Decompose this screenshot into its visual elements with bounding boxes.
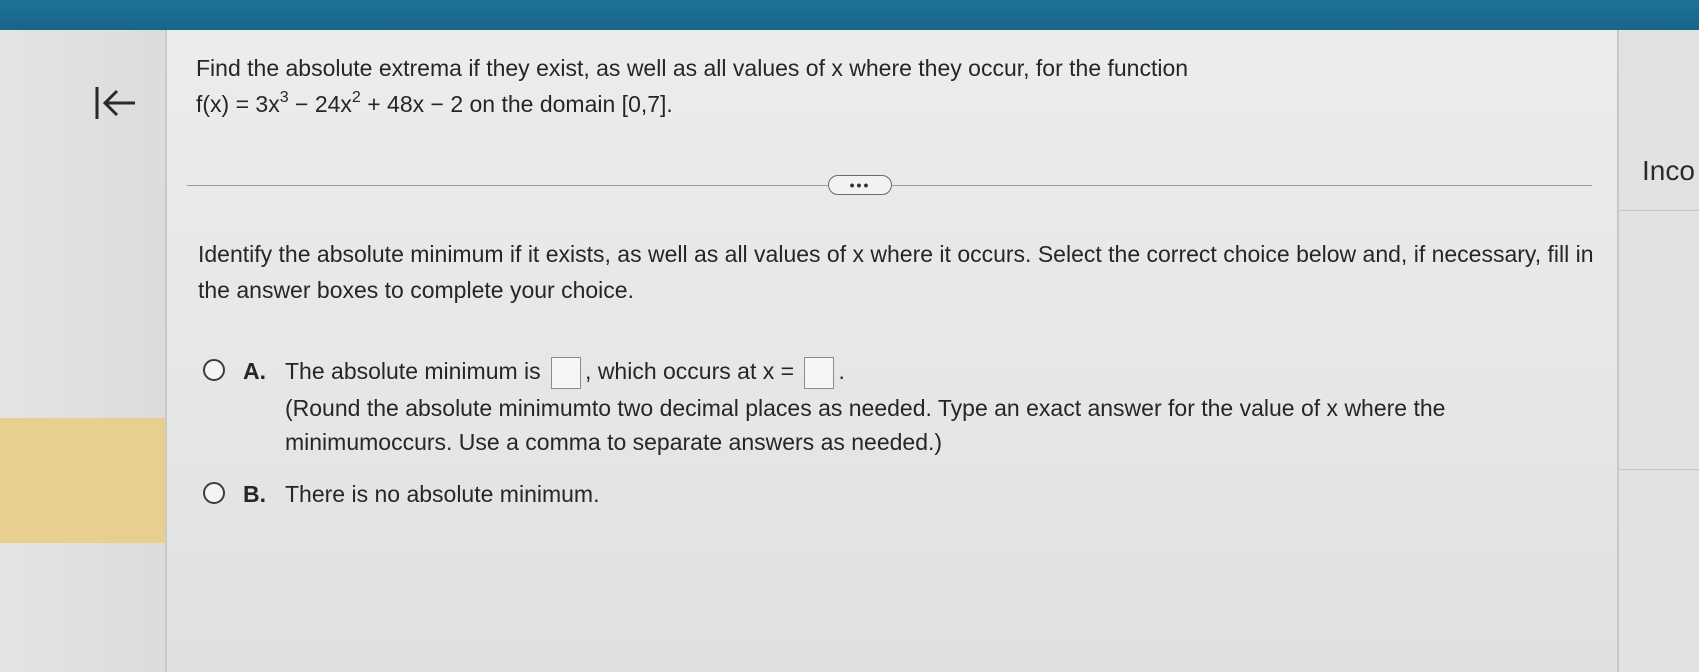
divider — [1619, 469, 1699, 470]
choice-b-text: There is no absolute minimum. — [285, 481, 600, 507]
right-side-panel — [1617, 30, 1699, 672]
choice-b[interactable]: B. There is no absolute minimum. — [203, 478, 599, 510]
radio-button[interactable] — [203, 482, 225, 504]
choice-a-text-before: The absolute minimum is — [285, 358, 541, 384]
exponent: 3 — [279, 89, 289, 106]
instructions: Identify the absolute minimum if it exis… — [198, 241, 1594, 303]
function-definition: f(x) = 3x3 − 24x2 + 48x − 2 on the domai… — [196, 86, 1576, 122]
function-prefix: f(x) = 3x — [196, 91, 280, 117]
question-statement: Find the absolute extrema if they exist,… — [196, 50, 1576, 122]
status-label[interactable]: Inco — [1642, 155, 1695, 187]
radio-button[interactable] — [203, 359, 225, 381]
top-bar — [0, 0, 1699, 30]
choice-a-body: The absolute minimum is , which occurs a… — [285, 355, 1515, 459]
x-value-input[interactable] — [804, 356, 835, 389]
question-line-1: Find the absolute extrema if they exist,… — [196, 55, 1189, 81]
function-suffix: + 48x − 2 on the domain [0,7]. — [360, 91, 673, 117]
expand-button[interactable]: ••• — [828, 175, 892, 195]
current-question-highlight — [0, 418, 165, 543]
choice-a-line: The absolute minimum is , which occurs a… — [285, 355, 1515, 389]
rounding-note: (Round the absolute minimumto two decima… — [285, 394, 1446, 455]
function-mid: − 24x — [288, 91, 352, 117]
choice-letter: B. — [243, 481, 266, 507]
choice-a-text-mid: , which occurs at x = — [585, 358, 795, 384]
absolute-minimum-input[interactable] — [551, 356, 582, 389]
choice-letter: A. — [243, 358, 266, 384]
back-to-first-button[interactable] — [90, 80, 142, 126]
choice-a[interactable]: A. The absolute minimum is , which occur… — [203, 355, 1515, 459]
arrow-left-to-bar-icon — [95, 87, 135, 119]
question-panel — [167, 30, 1617, 672]
divider — [1619, 210, 1699, 211]
choice-a-text-end: . — [838, 358, 845, 384]
left-rail — [0, 30, 167, 672]
exponent: 2 — [351, 89, 361, 106]
